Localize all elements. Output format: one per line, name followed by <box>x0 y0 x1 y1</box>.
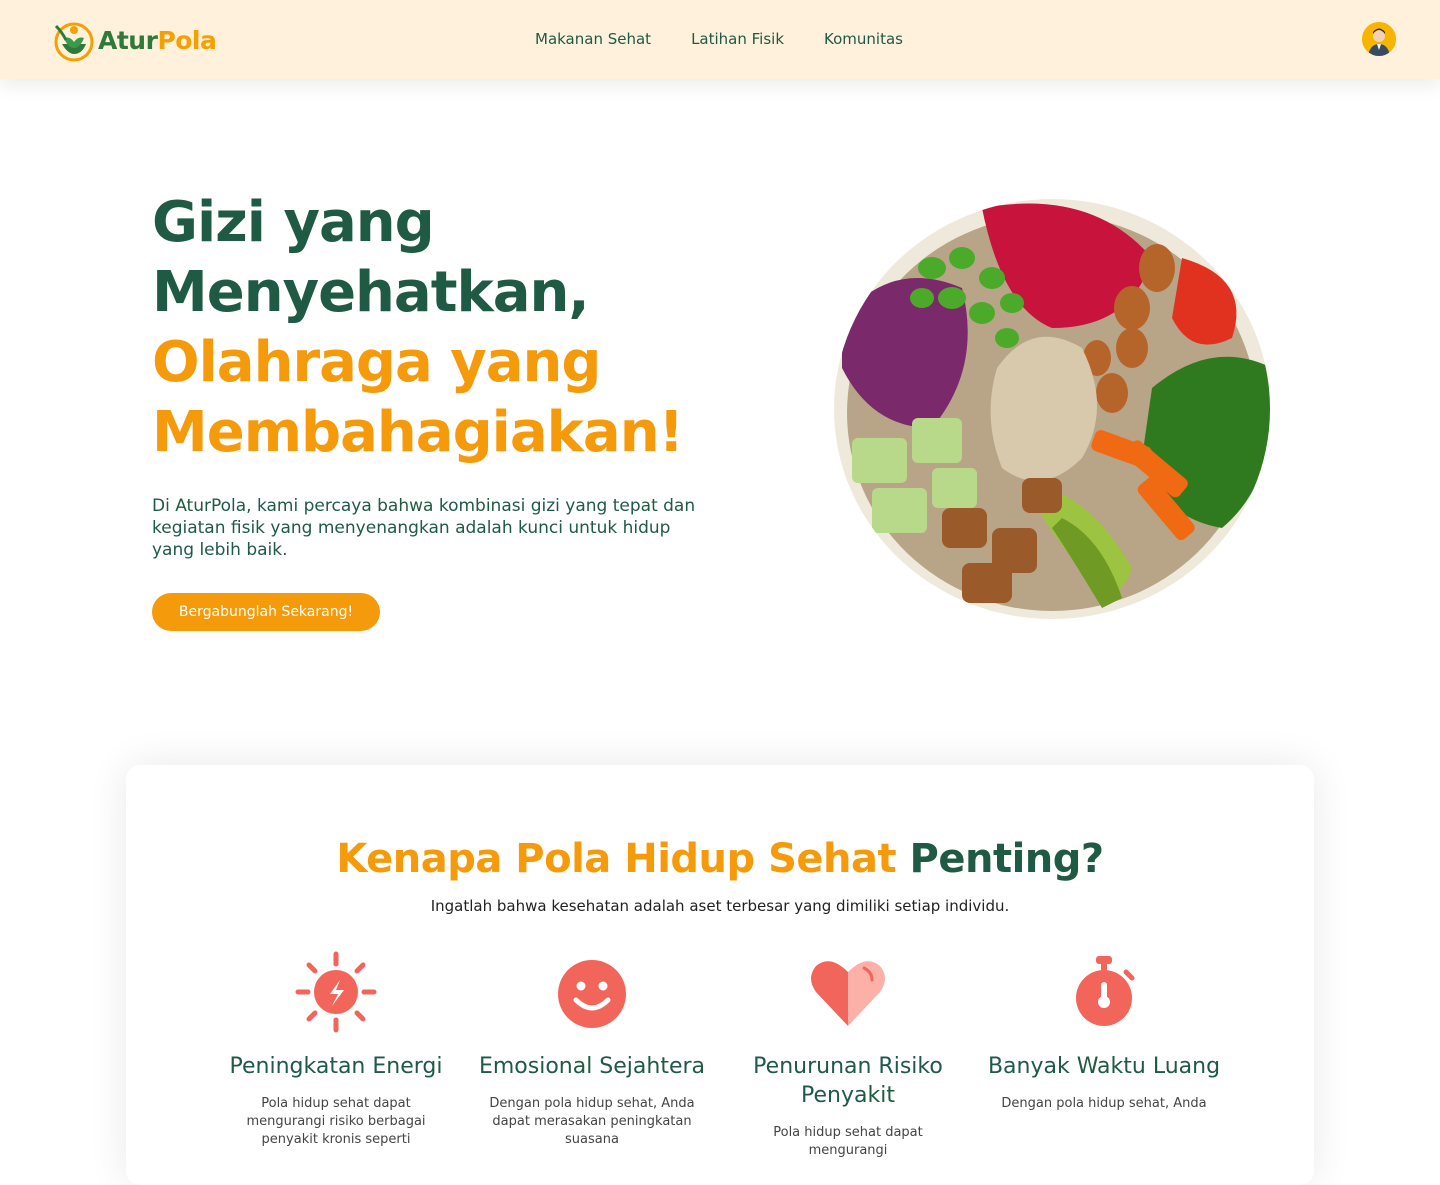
hero-title: Gizi yang Menyehatkan, Olahraga yang Mem… <box>152 188 792 468</box>
smile-icon <box>558 960 626 1028</box>
join-now-button[interactable]: Bergabunglah Sekarang! <box>152 593 380 631</box>
hero-title-line4: Membahagiakan! <box>152 400 684 465</box>
feature-description: Dengan pola hidup sehat, Anda <box>1001 1096 1207 1111</box>
feature-peningkatan-energi: Peningkatan Energi Pola hidup sehat dapa… <box>208 950 464 1149</box>
main-nav: Makanan Sehat Latihan Fisik Komunitas <box>535 30 903 48</box>
feature-description: Pola hidup sehat dapat mengurangi <box>773 1125 923 1158</box>
logo-icon <box>54 22 94 62</box>
energy-sun-icon <box>295 951 377 1033</box>
feature-title: Peningkatan Energi <box>229 1054 443 1079</box>
hero-title-line1: Gizi yang <box>152 190 435 255</box>
salad-bowl-image <box>834 199 1270 619</box>
brand-name: AturPola <box>98 25 217 55</box>
feature-title: Emosional Sejahtera <box>478 1054 706 1079</box>
user-avatar-icon <box>1362 22 1396 56</box>
brand-logo[interactable]: AturPola <box>52 17 217 63</box>
feature-emosional-sejahtera: Emosional Sejahtera Dengan pola hidup se… <box>464 950 720 1149</box>
nav-item-makanan-sehat[interactable]: Makanan Sehat <box>535 30 651 48</box>
why-section-subtitle: Ingatlah bahwa kesehatan adalah aset ter… <box>430 897 1010 915</box>
feature-title: Penurunan Risiko Penyakit <box>753 1054 943 1108</box>
hero-title-line3: Olahraga yang <box>152 330 601 395</box>
heart-icon <box>811 961 885 1026</box>
navbar: AturPola Makanan Sehat Latihan Fisik Kom… <box>0 0 1440 79</box>
feature-penurunan-risiko: Penurunan Risiko Penyakit Pola hidup seh… <box>720 950 976 1160</box>
feature-waktu-luang: Banyak Waktu Luang Dengan pola hidup seh… <box>976 950 1232 1113</box>
nav-item-latihan-fisik[interactable]: Latihan Fisik <box>691 30 784 48</box>
hero-title-line2: Menyehatkan, <box>152 260 590 325</box>
feature-description: Dengan pola hidup sehat, Anda dapat mera… <box>489 1096 695 1147</box>
nav-item-komunitas[interactable]: Komunitas <box>824 30 903 48</box>
user-avatar[interactable] <box>1362 22 1396 56</box>
feature-description: Pola hidup sehat dapat mengurangi risiko… <box>246 1096 426 1147</box>
why-section-title: Kenapa Pola Hidup Sehat Penting? <box>336 836 1104 882</box>
feature-title: Banyak Waktu Luang <box>987 1054 1221 1079</box>
hero-description: Di AturPola, kami percaya bahwa kombinas… <box>152 496 696 560</box>
stopwatch-icon <box>1076 956 1135 1026</box>
